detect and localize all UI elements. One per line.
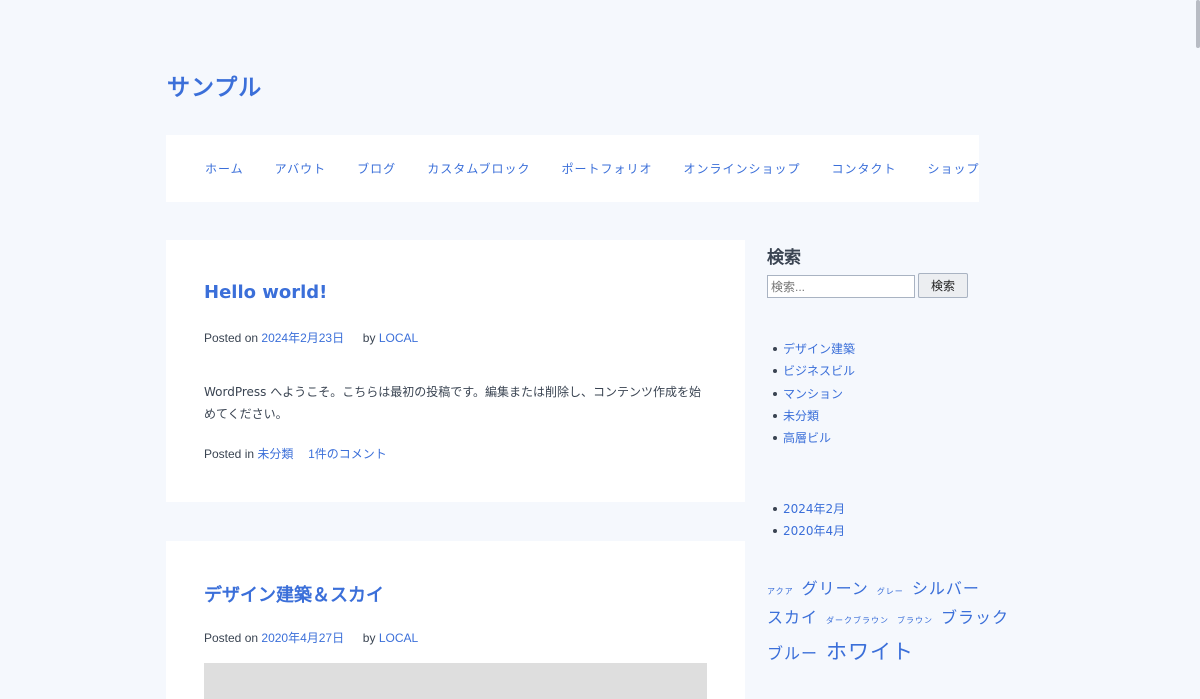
list-item: 2020年4月 <box>767 520 845 542</box>
post-date-link[interactable]: 2024年2月23日 <box>261 331 344 345</box>
list-item: 2024年2月 <box>767 498 845 520</box>
search-input[interactable] <box>767 275 915 298</box>
nav-item-shop[interactable]: ショップ <box>928 160 980 177</box>
category-link[interactable]: デザイン建築 <box>783 342 855 356</box>
nav-item-online-shop[interactable]: オンラインショップ <box>683 160 800 177</box>
category-list: デザイン建築 ビジネスビル マンション 未分類 高層ビル <box>767 338 855 449</box>
archive-link[interactable]: 2020年4月 <box>783 524 845 538</box>
archive-link[interactable]: 2024年2月 <box>783 502 845 516</box>
main-navigation: ホーム アバウト ブログ カスタムブロック ポートフォリオ オンラインショップ … <box>166 135 979 202</box>
posted-on-label: Posted on <box>204 631 259 645</box>
list-item: 高層ビル <box>767 427 855 449</box>
page-scrollbar[interactable] <box>1196 0 1200 48</box>
post-featured-image[interactable] <box>204 663 707 699</box>
category-link[interactable]: 高層ビル <box>783 431 831 445</box>
list-item: ビジネスビル <box>767 360 855 382</box>
tag-link[interactable]: シルバー <box>912 581 980 597</box>
nav-item-blog[interactable]: ブログ <box>357 160 396 177</box>
post-title[interactable]: Hello world! <box>204 282 327 303</box>
nav-item-portfolio[interactable]: ポートフォリオ <box>561 160 652 177</box>
by-label: by <box>362 331 376 345</box>
post-card: デザイン建築＆スカイ Posted on 2020年4月27日 by LOCAL <box>166 541 745 699</box>
post-card: Hello world! Posted on 2024年2月23日 by LOC… <box>166 240 745 502</box>
post-author-link[interactable]: LOCAL <box>379 631 418 645</box>
post-comments-link[interactable]: 1件のコメント <box>308 447 387 461</box>
tag-link[interactable]: グレー <box>877 588 904 596</box>
nav-item-contact[interactable]: コンタクト <box>832 160 897 177</box>
by-label: by <box>362 631 376 645</box>
post-footer: Posted in 未分類 1件のコメント <box>204 445 387 462</box>
post-title[interactable]: デザイン建築＆スカイ <box>204 581 384 607</box>
nav-item-about[interactable]: アバウト <box>275 160 327 177</box>
category-link[interactable]: 未分類 <box>783 409 819 423</box>
search-widget-title: 検索 <box>767 248 801 268</box>
list-item: 未分類 <box>767 405 855 427</box>
nav-item-custom-block[interactable]: カスタムブロック <box>427 160 530 177</box>
posted-in-label: Posted in <box>204 447 255 461</box>
nav-item-home[interactable]: ホーム <box>205 160 244 177</box>
tag-link[interactable]: ブラウン <box>897 617 933 625</box>
tag-link[interactable]: ブラック <box>941 610 1009 626</box>
list-item: マンション <box>767 383 855 405</box>
tag-link[interactable]: グリーン <box>802 581 869 597</box>
site-title[interactable]: サンプル <box>167 68 262 102</box>
list-item: デザイン建築 <box>767 338 855 360</box>
tag-link[interactable]: アクア <box>767 588 794 596</box>
search-button[interactable]: 検索 <box>918 273 968 298</box>
post-excerpt: WordPress へようこそ。こちらは最初の投稿です。編集または削除し、コンテ… <box>204 385 702 421</box>
tag-link[interactable]: スカイ <box>767 610 818 626</box>
archive-list: 2024年2月 2020年4月 <box>767 498 845 543</box>
post-date-link[interactable]: 2020年4月27日 <box>261 631 344 645</box>
post-author-link[interactable]: LOCAL <box>379 331 418 345</box>
posted-on-label: Posted on <box>204 331 259 345</box>
tag-link[interactable]: ダークブラウン <box>826 617 889 625</box>
category-link[interactable]: マンション <box>783 387 843 401</box>
category-link[interactable]: ビジネスビル <box>783 364 855 378</box>
post-meta: Posted on 2020年4月27日 by LOCAL <box>204 629 418 646</box>
post-category-link[interactable]: 未分類 <box>257 447 293 461</box>
tag-link[interactable]: ホワイト <box>826 642 914 663</box>
post-meta: Posted on 2024年2月23日 by LOCAL <box>204 329 418 346</box>
tag-link[interactable]: ブルー <box>767 646 818 662</box>
